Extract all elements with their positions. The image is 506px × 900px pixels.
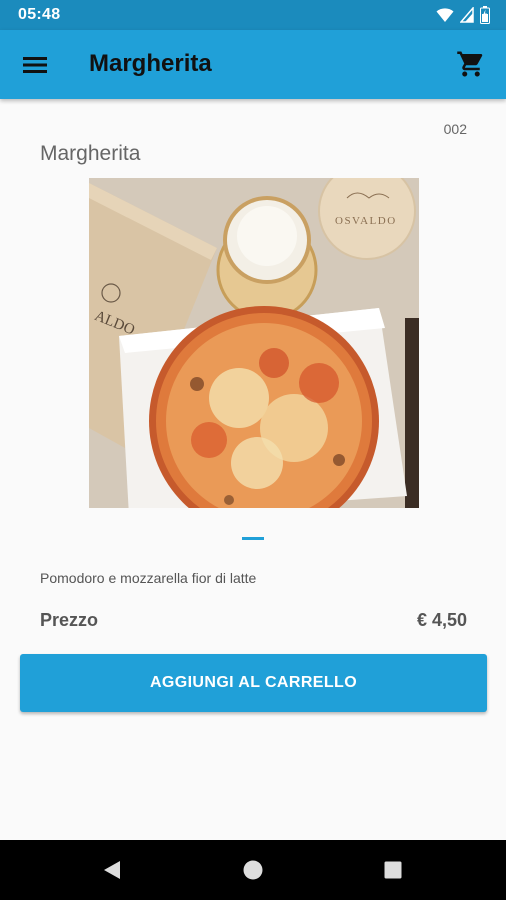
image-pager-indicator (242, 537, 264, 540)
status-icons (436, 6, 490, 24)
home-icon (243, 860, 263, 880)
cart-button[interactable] (456, 49, 486, 79)
recents-icon (384, 861, 402, 879)
svg-text:OSVALDO: OSVALDO (335, 215, 397, 227)
add-to-cart-button[interactable]: AGGIUNGI AL CARRELLO (20, 654, 487, 712)
home-button[interactable] (241, 858, 265, 882)
cart-icon (457, 51, 483, 77)
menu-icon (23, 57, 47, 73)
back-button[interactable] (100, 858, 124, 882)
price-value: € 4,50 (416, 610, 467, 630)
status-time: 05:48 (18, 6, 61, 23)
wifi-icon (436, 8, 454, 22)
battery-icon (480, 6, 490, 24)
menu-button[interactable] (20, 51, 50, 79)
signal-icon (460, 7, 474, 23)
product-description: Pomodoro e mozzarella fior di latte (40, 570, 257, 586)
pizza-photo: ALDO OSVALDO (89, 178, 419, 508)
product-image[interactable]: ALDO OSVALDO (89, 178, 419, 508)
product-code: 002 (443, 121, 467, 137)
price-label: Prezzo (40, 610, 99, 630)
status-bar: 05:48 (0, 0, 506, 30)
app-bar: Margherita (0, 30, 506, 99)
product-name: Margherita (40, 142, 141, 165)
page-title: Margherita (89, 50, 212, 77)
navigation-bar (0, 840, 506, 900)
back-icon (104, 861, 120, 879)
recents-button[interactable] (381, 858, 405, 882)
